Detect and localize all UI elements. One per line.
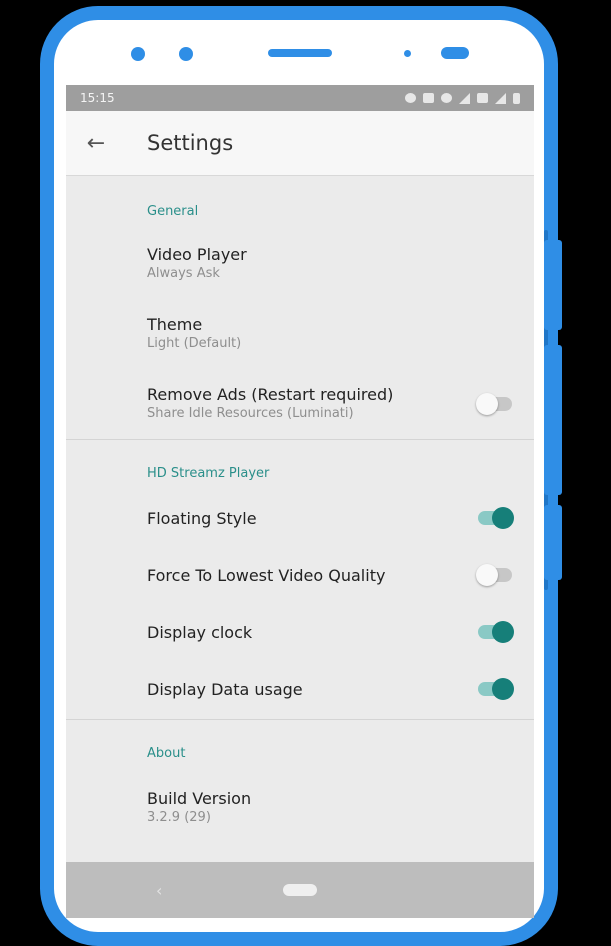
wifi-icon — [441, 93, 452, 103]
front-sensor-icon — [179, 47, 193, 61]
toggle-knob — [476, 564, 498, 586]
section-header-player: HD Streamz Player — [147, 466, 270, 481]
front-camera-icon — [131, 47, 145, 61]
section-divider — [66, 719, 534, 720]
battery-icon — [513, 92, 520, 104]
signal-icon — [495, 92, 506, 104]
section-divider — [66, 439, 534, 440]
setting-video-player[interactable]: Video Player Always Ask — [66, 245, 534, 281]
back-arrow-icon[interactable]: ← — [66, 131, 126, 156]
status-time: 15:15 — [80, 91, 115, 105]
setting-lowest-quality[interactable]: Force To Lowest Video Quality — [66, 564, 534, 586]
volume-button — [544, 345, 562, 495]
video-player-title: Video Player — [147, 245, 247, 264]
setting-floating-style[interactable]: Floating Style — [66, 507, 534, 529]
floating-style-title: Floating Style — [147, 509, 257, 528]
side-button — [544, 505, 562, 580]
page-title: Settings — [147, 131, 234, 155]
setting-remove-ads[interactable]: Remove Ads (Restart required) Share Idle… — [66, 385, 534, 421]
remove-ads-toggle[interactable] — [476, 393, 512, 415]
data-usage-title: Display Data usage — [147, 680, 303, 699]
toggle-knob — [492, 678, 514, 700]
status-bar: 15:15 — [66, 85, 534, 111]
build-version-value: 3.2.9 (29) — [147, 810, 211, 825]
setting-theme[interactable]: Theme Light (Default) — [66, 315, 534, 351]
alarm-icon — [405, 93, 416, 103]
setting-data-usage[interactable]: Display Data usage — [66, 678, 534, 700]
build-version-title: Build Version — [147, 789, 252, 808]
earpiece-speaker — [268, 49, 332, 57]
power-button — [544, 240, 562, 330]
floating-style-toggle[interactable] — [478, 507, 514, 529]
data-usage-toggle[interactable] — [478, 678, 514, 700]
section-header-about: About — [147, 746, 186, 761]
section-header-general: General — [147, 204, 199, 219]
system-nav-bar: ‹ — [66, 862, 534, 918]
app-bar: ← Settings — [66, 111, 534, 176]
setting-display-clock[interactable]: Display clock — [66, 621, 534, 643]
toggle-knob — [492, 621, 514, 643]
nav-back-icon[interactable]: ‹ — [156, 881, 162, 900]
app-screen: 15:15 ← Settings General Video Player Al… — [66, 85, 534, 918]
nav-home-pill[interactable] — [283, 884, 317, 896]
theme-title: Theme — [147, 315, 203, 334]
setting-build-version[interactable]: Build Version 3.2.9 (29) — [66, 789, 534, 825]
no-sim-icon — [477, 93, 488, 103]
proximity-sensor-icon — [404, 50, 411, 57]
toggle-knob — [476, 393, 498, 415]
flash-icon — [441, 47, 469, 59]
display-clock-toggle[interactable] — [478, 621, 514, 643]
theme-value: Light (Default) — [147, 336, 242, 351]
video-player-value: Always Ask — [147, 266, 220, 281]
lowest-quality-toggle[interactable] — [476, 564, 512, 586]
status-icons — [405, 92, 520, 104]
signal-icon — [459, 92, 470, 104]
display-clock-title: Display clock — [147, 623, 253, 642]
toggle-knob — [492, 507, 514, 529]
cast-icon — [423, 93, 434, 103]
